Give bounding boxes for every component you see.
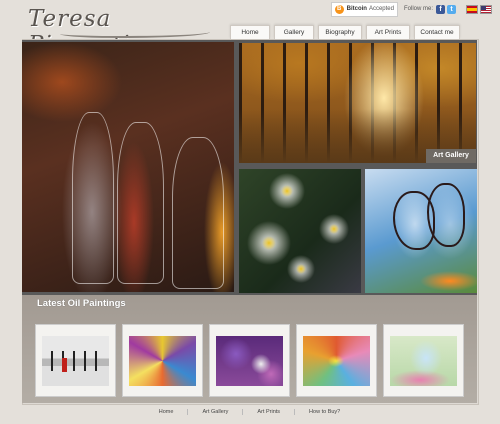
twitter-icon[interactable]: t (447, 4, 456, 14)
footer-link-home[interactable]: Home (159, 406, 174, 418)
bitcoin-accepted-text: Accepted (368, 6, 394, 12)
painting-thumbnail-1[interactable] (35, 324, 116, 397)
bitcoin-badge[interactable]: B Bitcoin Accepted (330, 1, 398, 17)
main-nav: Home Gallery Biography Art Prints Contac… (230, 25, 464, 39)
english-flag-icon[interactable] (480, 4, 492, 14)
purple-orchid-painting-image (216, 336, 283, 386)
white-flowers-image[interactable] (239, 169, 361, 293)
glasswing-butterfly-image[interactable] (365, 169, 477, 293)
cityscape-towers (45, 351, 106, 371)
footer-nav: Home Art Gallery Art Prints How to Buy? (22, 406, 477, 418)
nav-tab-contact[interactable]: Contact me (414, 25, 460, 39)
bitcoin-icon: B (334, 4, 344, 14)
painting-thumbnail-2[interactable] (122, 324, 203, 397)
glass-still-life-image[interactable] (22, 42, 234, 292)
cityscape-red-accent (62, 358, 67, 372)
bitcoin-brand: Bitcoin (346, 6, 367, 12)
painting-thumbnail-5[interactable] (383, 324, 464, 397)
footer-separator (294, 409, 296, 415)
footer-link-art-gallery[interactable]: Art Gallery (202, 406, 228, 418)
spanish-flag-icon[interactable] (466, 4, 478, 14)
footer-separator (242, 409, 244, 415)
vase-outline (72, 112, 114, 284)
footer-link-art-prints[interactable]: Art Prints (257, 406, 280, 418)
facebook-icon[interactable]: f (436, 4, 445, 14)
abstract-flower-painting-image (129, 336, 196, 386)
cityscape-painting-image (42, 336, 109, 386)
jug-outline (172, 137, 224, 289)
art-gallery-label[interactable]: Art Gallery (426, 149, 476, 163)
nav-tab-gallery[interactable]: Gallery (274, 25, 314, 39)
nav-tab-art-prints[interactable]: Art Prints (366, 25, 410, 39)
autumn-forest-image[interactable] (239, 43, 476, 163)
colorful-flower-painting-image (303, 336, 370, 386)
painting-thumbnail-3[interactable] (209, 324, 290, 397)
right-wing-outline (427, 183, 465, 247)
nav-tab-biography[interactable]: Biography (318, 25, 362, 39)
latest-paintings-title: Latest Oil Paintings (37, 298, 126, 309)
painting-thumbnail-4[interactable] (296, 324, 377, 397)
follow-label: Follow me: (403, 6, 433, 12)
footer-link-how-to-buy[interactable]: How to Buy? (309, 406, 340, 418)
nav-tab-home[interactable]: Home (230, 25, 270, 39)
decanter-outline (117, 122, 164, 284)
butterfly-painting-image (390, 336, 457, 386)
footer-separator (187, 409, 189, 415)
top-bar: B Bitcoin Accepted Follow me: f t (330, 1, 492, 17)
